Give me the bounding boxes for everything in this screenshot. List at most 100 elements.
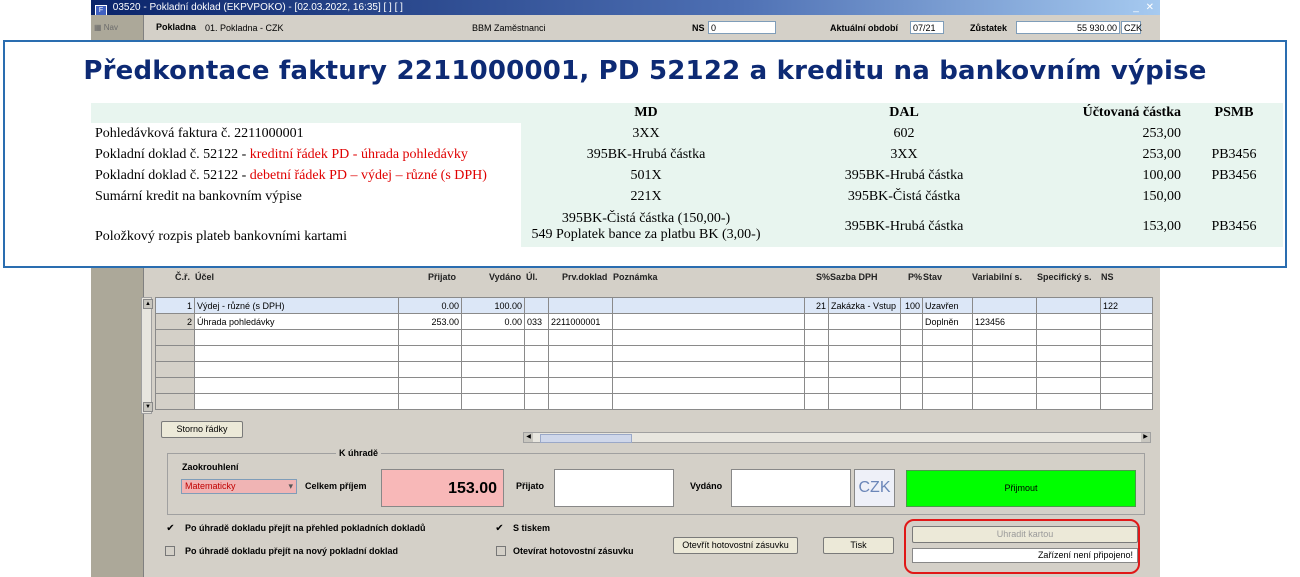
nav-button[interactable]: ▦ Nav	[94, 23, 118, 32]
print-button[interactable]: Tisk	[823, 537, 894, 554]
accept-button[interactable]: Přijmout	[906, 470, 1136, 507]
cell-vs[interactable]: 123456	[972, 313, 1037, 330]
after-new-checkbox[interactable]	[165, 546, 175, 556]
posting-dal: 395BK-Hrubá částka	[771, 165, 1037, 186]
posting-row: Položkový rozpis plateb bankovními karta…	[91, 207, 1283, 247]
cell-stav[interactable]: Doplněn	[922, 313, 973, 330]
grid-empty-row[interactable]	[155, 329, 1153, 346]
ns-label: NS	[692, 23, 705, 33]
grid-row[interactable]: 2 Úhrada pohledávky 253.00 0.00 033 2211…	[155, 313, 1153, 330]
open-drawer-button[interactable]: Otevřít hotovostní zásuvku	[673, 537, 798, 554]
pokladna-value[interactable]: 01. Pokladna - CZK	[205, 23, 284, 33]
col-header-poznamka[interactable]: Poznámka	[613, 272, 658, 282]
posting-row: Sumární kredit na bankovním výpise 221X …	[91, 186, 1283, 207]
grid-empty-row[interactable]	[155, 345, 1153, 362]
cell-prijato[interactable]: 253.00	[398, 313, 462, 330]
received-field[interactable]	[554, 469, 674, 507]
cell-vydano[interactable]: 0.00	[461, 313, 525, 330]
posting-col-desc	[91, 103, 521, 123]
window-controls[interactable]: _ ✕	[1133, 0, 1156, 15]
col-header-ucel[interactable]: Účel	[195, 272, 214, 282]
cell-ss[interactable]	[1036, 297, 1101, 314]
scroll-down-icon[interactable]: ▼	[143, 402, 153, 412]
col-header-vydano[interactable]: Vydáno	[489, 272, 521, 282]
cell-ns[interactable]	[1100, 313, 1153, 330]
grid-vertical-scrollbar[interactable]: ▲ ▼	[141, 297, 153, 414]
posting-dal: 602	[771, 123, 1037, 144]
cell-stav[interactable]: Uzavřen	[922, 297, 973, 314]
col-header-ns[interactable]: NS	[1101, 272, 1114, 282]
cell-ns[interactable]: 122	[1100, 297, 1153, 314]
posting-md: 221X	[521, 186, 771, 207]
scroll-up-icon[interactable]: ▲	[143, 299, 153, 309]
cell-prv[interactable]: 2211000001	[548, 313, 613, 330]
row-number	[155, 393, 195, 410]
cell-spct[interactable]	[804, 313, 829, 330]
col-header-ul[interactable]: Úl.	[526, 272, 538, 282]
posting-amount: 100,00	[1037, 165, 1185, 186]
cell-ss[interactable]	[1036, 313, 1101, 330]
cell-poznamka[interactable]	[612, 297, 805, 314]
grid-empty-row[interactable]	[155, 377, 1153, 394]
col-header-prv[interactable]: Prv.doklad	[562, 272, 607, 282]
open-drawer-checkbox[interactable]	[496, 546, 506, 556]
after-overview-checkbox[interactable]: ✔	[165, 523, 176, 534]
col-header-sazba[interactable]: Sazba DPH	[830, 272, 878, 282]
col-header-cr[interactable]: Č.ř.	[175, 272, 190, 282]
col-header-prijato[interactable]: Přijato	[428, 272, 456, 282]
grid-empty-row[interactable]	[155, 361, 1153, 378]
balance-currency: CZK	[1121, 21, 1142, 34]
col-header-vs[interactable]: Variabilní s.	[972, 272, 1022, 282]
issued-label: Vydáno	[690, 481, 723, 491]
rounding-label: Zaokrouhlení	[182, 462, 239, 472]
rounding-value: Matematicky	[185, 481, 236, 491]
posting-desc: Pokladní doklad č. 52122 - debetní řádek…	[91, 165, 521, 186]
cell-sazba[interactable]	[828, 313, 901, 330]
row-number	[155, 345, 195, 362]
grid-horizontal-scrollbar[interactable]: ◀ ▶	[523, 432, 1151, 443]
col-header-stav[interactable]: Stav	[923, 272, 942, 282]
cell-ul[interactable]	[524, 297, 549, 314]
cell-prv[interactable]	[548, 297, 613, 314]
row-number	[155, 377, 195, 394]
overlay-title: Předkontace faktury 2211000001, PD 52122…	[83, 56, 1207, 86]
col-header-ss[interactable]: Specifický s.	[1037, 272, 1092, 282]
posting-col-md: MD	[521, 103, 771, 123]
posting-dal: 395BK-Čistá částka	[771, 186, 1037, 207]
cell-vydano[interactable]: 100.00	[461, 297, 525, 314]
issued-field[interactable]	[731, 469, 851, 507]
posting-desc: Sumární kredit na bankovním výpise	[91, 186, 521, 207]
cell-spct[interactable]: 21	[804, 297, 829, 314]
cell-prijato[interactable]: 0.00	[398, 297, 462, 314]
total-label: Celkem příjem	[305, 481, 367, 491]
cell-ul[interactable]: 033	[524, 313, 549, 330]
cell-ucel[interactable]: Výdej - různé (s DPH)	[194, 297, 399, 314]
posting-overlay: Předkontace faktury 2211000001, PD 52122…	[3, 40, 1287, 268]
chevron-down-icon[interactable]: ▾	[288, 480, 293, 493]
storno-rows-button[interactable]: Storno řádky	[161, 421, 243, 438]
period-field[interactable]: 07/21	[910, 21, 944, 34]
ns-field[interactable]: 0	[708, 21, 776, 34]
received-label: Přijato	[516, 481, 545, 491]
posting-col-dal: DAL	[771, 103, 1037, 123]
with-print-checkbox[interactable]: ✔	[494, 523, 505, 534]
scroll-thumb[interactable]	[540, 434, 632, 443]
cell-poznamka[interactable]	[612, 313, 805, 330]
posting-row: Pohledávková faktura č. 2211000001 3XX 6…	[91, 123, 1283, 144]
rounding-select[interactable]: Matematicky ▾	[181, 479, 297, 494]
balance-field: 55 930.00	[1016, 21, 1120, 34]
cell-sazba[interactable]: Zakázka - Vstup	[828, 297, 901, 314]
cell-ppct[interactable]	[900, 313, 923, 330]
col-header-ppct[interactable]: P%	[908, 272, 922, 282]
cell-ucel[interactable]: Úhrada pohledávky	[194, 313, 399, 330]
cell-ppct[interactable]: 100	[900, 297, 923, 314]
nav-label: Nav	[103, 23, 119, 32]
cell-vs[interactable]	[972, 297, 1037, 314]
scroll-left-icon[interactable]: ◀	[524, 433, 533, 442]
posting-amount: 253,00	[1037, 144, 1185, 165]
scroll-right-icon[interactable]: ▶	[1141, 433, 1150, 442]
grid-empty-row[interactable]	[155, 393, 1153, 410]
col-header-spct[interactable]: S%	[816, 272, 830, 282]
grid-row[interactable]: 1 Výdej - různé (s DPH) 0.00 100.00 21 Z…	[155, 297, 1153, 314]
after-new-label: Po úhradě dokladu přejít na nový pokladn…	[185, 546, 399, 556]
